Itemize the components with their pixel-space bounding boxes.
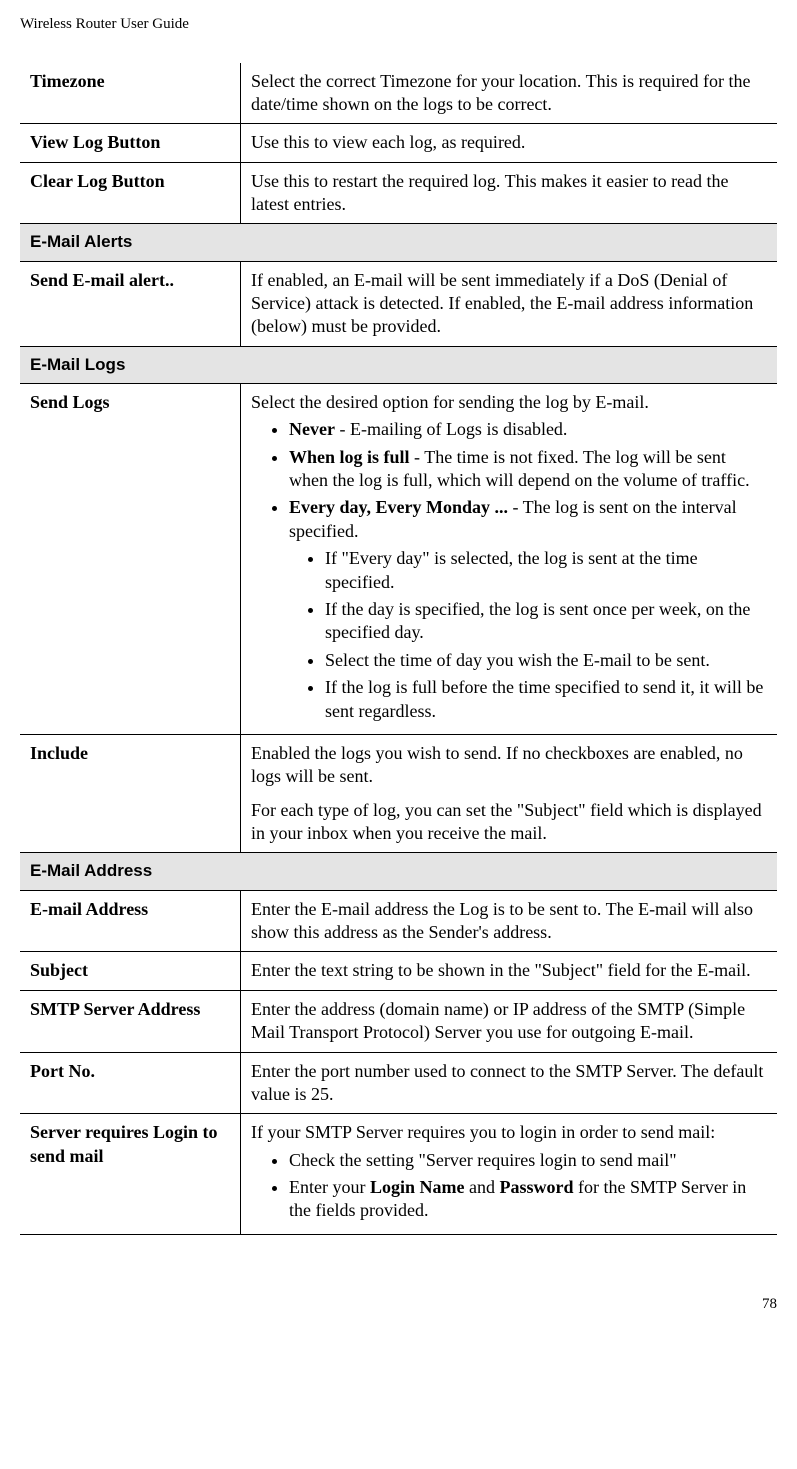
opt-never-bold: Never xyxy=(289,419,335,439)
include-p1: Enabled the logs you wish to send. If no… xyxy=(251,742,767,789)
section-email-address-title: E-Mail Address xyxy=(20,853,777,890)
label-login: Server requires Login to send mail xyxy=(20,1114,241,1235)
label-send-alert: Send E-mail alert.. xyxy=(20,261,241,346)
desc-port: Enter the port number used to connect to… xyxy=(241,1052,778,1114)
section-email-alerts: E-Mail Alerts xyxy=(20,224,777,261)
login-item2-b1: Login Name xyxy=(370,1177,465,1197)
sub-time: Select the time of day you wish the E-ma… xyxy=(325,649,767,672)
label-view-log: View Log Button xyxy=(20,124,241,162)
row-view-log: View Log Button Use this to view each lo… xyxy=(20,124,777,162)
include-p2: For each type of log, you can set the "S… xyxy=(251,799,767,846)
desc-clear-log: Use this to restart the required log. Th… xyxy=(241,162,778,224)
row-send-alert: Send E-mail alert.. If enabled, an E-mai… xyxy=(20,261,777,346)
sub-weekly: If the day is specified, the log is sent… xyxy=(325,598,767,645)
row-send-logs: Send Logs Select the desired option for … xyxy=(20,383,777,734)
login-item2-a: Enter your xyxy=(289,1177,370,1197)
label-send-logs: Send Logs xyxy=(20,383,241,734)
section-email-alerts-title: E-Mail Alerts xyxy=(20,224,777,261)
desc-email-address: Enter the E-mail address the Log is to b… xyxy=(241,890,778,952)
login-intro: If your SMTP Server requires you to logi… xyxy=(251,1121,767,1144)
label-subject: Subject xyxy=(20,952,241,990)
desc-timezone: Select the correct Timezone for your loc… xyxy=(241,63,778,124)
settings-table: Timezone Select the correct Timezone for… xyxy=(20,63,777,1235)
label-port: Port No. xyxy=(20,1052,241,1114)
desc-view-log: Use this to view each log, as required. xyxy=(241,124,778,162)
desc-send-alert: If enabled, an E-mail will be sent immed… xyxy=(241,261,778,346)
section-email-address: E-Mail Address xyxy=(20,853,777,890)
opt-every-sublist: If "Every day" is selected, the log is s… xyxy=(289,547,767,723)
desc-subject: Enter the text string to be shown in the… xyxy=(241,952,778,990)
login-item2: Enter your Login Name and Password for t… xyxy=(289,1176,767,1223)
opt-every: Every day, Every Monday ... - The log is… xyxy=(289,496,767,723)
row-clear-log: Clear Log Button Use this to restart the… xyxy=(20,162,777,224)
desc-login: If your SMTP Server requires you to logi… xyxy=(241,1114,778,1235)
label-timezone: Timezone xyxy=(20,63,241,124)
row-include: Include Enabled the logs you wish to sen… xyxy=(20,734,777,853)
login-item1: Check the setting "Server requires login… xyxy=(289,1149,767,1172)
label-email-address: E-mail Address xyxy=(20,890,241,952)
login-list: Check the setting "Server requires login… xyxy=(251,1149,767,1223)
row-subject: Subject Enter the text string to be show… xyxy=(20,952,777,990)
opt-never: Never - E-mailing of Logs is disabled. xyxy=(289,418,767,441)
opt-full-bold: When log is full xyxy=(289,447,410,467)
label-smtp: SMTP Server Address xyxy=(20,990,241,1052)
section-email-logs-title: E-Mail Logs xyxy=(20,346,777,383)
desc-smtp: Enter the address (domain name) or IP ad… xyxy=(241,990,778,1052)
label-include: Include xyxy=(20,734,241,853)
desc-include: Enabled the logs you wish to send. If no… xyxy=(241,734,778,853)
doc-header: Wireless Router User Guide xyxy=(20,15,777,35)
send-logs-intro: Select the desired option for sending th… xyxy=(251,391,767,414)
opt-every-bold: Every day, Every Monday ... xyxy=(289,497,508,517)
page-number: 78 xyxy=(20,1295,777,1315)
row-timezone: Timezone Select the correct Timezone for… xyxy=(20,63,777,124)
login-item2-c: and xyxy=(464,1177,499,1197)
sub-fullearly: If the log is full before the time speci… xyxy=(325,676,767,723)
label-clear-log: Clear Log Button xyxy=(20,162,241,224)
opt-never-text: - E-mailing of Logs is disabled. xyxy=(335,419,567,439)
row-smtp: SMTP Server Address Enter the address (d… xyxy=(20,990,777,1052)
send-logs-options: Never - E-mailing of Logs is disabled. W… xyxy=(251,418,767,723)
login-item2-b2: Password xyxy=(499,1177,573,1197)
sub-everyday: If "Every day" is selected, the log is s… xyxy=(325,547,767,594)
opt-full: When log is full - The time is not fixed… xyxy=(289,446,767,493)
desc-send-logs: Select the desired option for sending th… xyxy=(241,383,778,734)
section-email-logs: E-Mail Logs xyxy=(20,346,777,383)
row-login: Server requires Login to send mail If yo… xyxy=(20,1114,777,1235)
row-email-address: E-mail Address Enter the E-mail address … xyxy=(20,890,777,952)
row-port: Port No. Enter the port number used to c… xyxy=(20,1052,777,1114)
